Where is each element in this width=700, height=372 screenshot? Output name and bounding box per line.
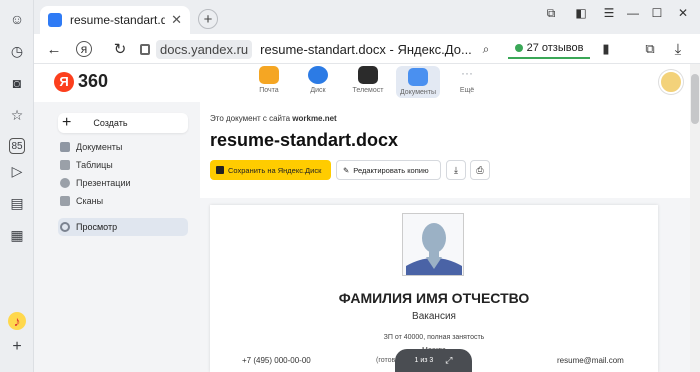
yandex-logo-icon: Я <box>54 71 74 92</box>
camera-icon[interactable]: ◙ <box>8 74 26 92</box>
avatar-placeholder-icon <box>403 214 463 275</box>
create-button[interactable]: + Создать <box>58 113 188 133</box>
document-icon <box>60 142 70 152</box>
reviews-badge[interactable]: 27 отзывов <box>508 39 590 59</box>
counter-icon[interactable]: 85 <box>9 138 25 154</box>
logo-text: 360 <box>78 71 109 91</box>
printer-icon: ⎙ <box>476 164 484 175</box>
menu-icon[interactable]: ☰ <box>598 4 620 22</box>
service-more[interactable]: ··· Ещё <box>447 66 487 98</box>
search-icon[interactable]: ⌕ <box>476 39 496 59</box>
profile-photo <box>402 213 464 276</box>
source-note: Это документ с сайта workme.net <box>210 114 337 123</box>
plus-icon: + <box>62 114 72 131</box>
telemost-icon <box>358 66 378 84</box>
presentation-icon <box>60 178 70 188</box>
service-telemost[interactable]: Телемост <box>348 66 388 98</box>
page-title: resume-standart.docx <box>210 130 399 150</box>
bookmark-icon[interactable]: ▮ <box>596 39 616 59</box>
lock-icon <box>140 43 150 55</box>
back-button[interactable]: ← <box>44 39 64 59</box>
url-domain: docs.yandex.ru <box>156 39 253 59</box>
service-label: Документы <box>399 89 437 96</box>
scan-icon <box>60 196 70 206</box>
yandex-home-icon[interactable]: я <box>76 41 92 57</box>
bookmark-window-icon[interactable]: ◧ <box>570 4 592 22</box>
url-field[interactable]: docs.yandex.ru resume-standart.docx - Ян… <box>140 38 500 60</box>
download-icon: ⤓ <box>454 164 458 175</box>
maximize-button[interactable]: ☐ <box>646 4 668 22</box>
sidebar-item-tables[interactable]: Таблицы <box>60 157 113 173</box>
reviews-label: 27 отзывов <box>526 42 584 54</box>
yandex-360-logo[interactable]: Я 360 <box>54 71 108 92</box>
music-icon[interactable]: ♪ <box>8 312 26 330</box>
service-documents[interactable]: Документы <box>396 66 440 98</box>
sidebar-item-scans[interactable]: Сканы <box>60 193 103 209</box>
resume-phone: +7 (495) 000-00-00 <box>242 356 311 365</box>
edit-copy-button[interactable]: ✎ Редактировать копию <box>336 160 441 180</box>
sidebar-item-label: Презентации <box>76 178 131 188</box>
more-dots-icon: ··· <box>461 66 473 80</box>
sidebar-item-presentations[interactable]: Презентации <box>60 175 131 191</box>
mail-icon <box>259 66 279 84</box>
bookmarks-star-icon[interactable]: ☆ <box>8 106 26 124</box>
documents-icon <box>408 68 428 86</box>
pencil-icon: ✎ <box>343 165 350 175</box>
history-icon[interactable]: ◷ <box>8 42 26 60</box>
service-label: Диск <box>310 87 326 94</box>
service-label: Ещё <box>459 87 475 94</box>
sidebar-item-preview[interactable]: Просмотр <box>58 218 188 236</box>
close-window-button[interactable]: ✕ <box>672 4 694 22</box>
avatar[interactable] <box>659 70 683 94</box>
add-panel-icon[interactable]: + <box>8 338 26 356</box>
eye-icon <box>60 222 70 232</box>
reload-button[interactable]: ↻ <box>110 39 130 59</box>
download-button[interactable]: ⤓ <box>446 160 466 180</box>
profile-icon[interactable]: ☺ <box>8 10 26 28</box>
print-button[interactable]: ⎙ <box>470 160 490 180</box>
new-tab-button[interactable]: + <box>198 9 218 29</box>
save-label: Сохранить на Яндекс.Диск <box>228 165 322 175</box>
resume-email: resume@mail.com <box>557 356 624 365</box>
docs-favicon-icon <box>48 13 62 27</box>
url-page-title: resume-standart.docx - Яндекс.До... <box>260 41 472 57</box>
create-label: Создать <box>93 118 128 128</box>
download-icon[interactable]: ⤓ <box>668 39 688 59</box>
table-icon <box>60 160 70 170</box>
service-disk[interactable]: Диск <box>298 66 338 98</box>
tab-title: resume-standart.docx <box>70 13 166 27</box>
service-mail[interactable]: Почта <box>249 66 289 98</box>
page-counter[interactable]: 1 из 3 ⤢ <box>395 349 472 372</box>
service-label: Почта <box>259 87 279 94</box>
notes-icon[interactable]: ▤ <box>8 194 26 212</box>
service-label: Телемост <box>352 87 384 94</box>
disk-save-icon <box>216 166 224 174</box>
tabs-manager-icon[interactable]: ⧉ <box>540 4 562 22</box>
resume-vacancy: Вакансия <box>412 311 456 322</box>
source-prefix: Это документ с сайта <box>210 114 291 123</box>
extensions-icon[interactable]: ⧉ <box>640 39 660 59</box>
sidebar-item-label: Документы <box>76 142 123 152</box>
reviews-icon <box>514 44 523 52</box>
sidebar-item-label: Сканы <box>76 196 104 206</box>
edit-label: Редактировать копию <box>353 165 429 175</box>
play-icon[interactable]: ▷ <box>8 162 26 180</box>
browser-tab[interactable]: resume-standart.docx ✕ <box>40 6 190 34</box>
page-counter-label: 1 из 3 <box>414 357 434 364</box>
sidebar-item-label: Просмотр <box>76 222 118 232</box>
minimize-button[interactable]: — <box>622 4 644 22</box>
resume-salary: ЗП от 40000, полная занятость <box>383 334 485 341</box>
disk-icon <box>308 66 328 84</box>
resume-name: ФАМИЛИЯ ИМЯ ОТЧЕСТВО <box>338 290 530 306</box>
scrollbar-thumb[interactable] <box>691 74 699 124</box>
sidebar-item-label: Таблицы <box>76 160 113 170</box>
expand-icon[interactable]: ⤢ <box>445 355 452 366</box>
source-site[interactable]: workme.net <box>292 114 336 123</box>
apps-grid-icon[interactable]: ▦ <box>8 226 26 244</box>
save-to-disk-button[interactable]: Сохранить на Яндекс.Диск <box>210 160 331 180</box>
close-tab-icon[interactable]: ✕ <box>171 12 182 28</box>
sidebar-item-documents[interactable]: Документы <box>60 139 122 155</box>
